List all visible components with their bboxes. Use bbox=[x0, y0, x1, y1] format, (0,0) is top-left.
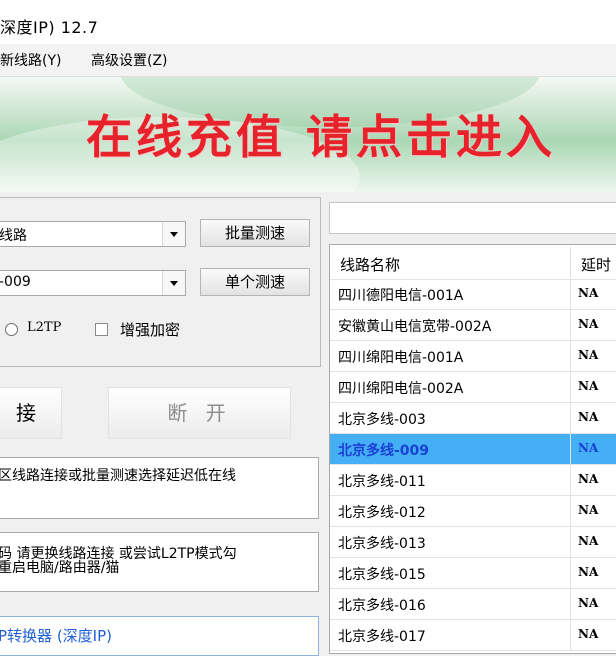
line-list[interactable]: 线路名称 延时 四川德阳电信-001A NA 安徽黄山电信宽带-002A NA 四川绵阳… bbox=[329, 244, 616, 654]
batch-speed-test-button[interactable]: 批量测速 bbox=[200, 219, 310, 247]
menu-new-line[interactable]: 新线路(Y) bbox=[0, 50, 61, 70]
table-row[interactable]: 北京多线-003 NA bbox=[330, 403, 616, 434]
delay-cell: NA bbox=[578, 596, 599, 610]
line-search-input[interactable] bbox=[329, 202, 616, 234]
line-name-cell: 北京多线-013 bbox=[338, 536, 426, 552]
single-speed-test-button[interactable]: 单个测速 bbox=[200, 268, 310, 296]
warning-message-line2: 重启电脑/路由器/猫 bbox=[0, 560, 120, 576]
line-list-header: 线路名称 延时 bbox=[330, 245, 616, 280]
window-title: 深度IP) 12.7 bbox=[0, 18, 99, 37]
line-name-cell: 北京多线-017 bbox=[338, 629, 426, 645]
warning-message-box: 码 请更换线路连接 或尝试L2TP模式勾 重启电脑/路由器/猫 bbox=[0, 532, 319, 592]
disconnect-button[interactable]: 断 开 bbox=[108, 387, 291, 439]
table-row[interactable]: 四川德阳电信-001A NA bbox=[330, 279, 616, 310]
line-type-value: 线路 bbox=[0, 228, 27, 244]
tip-message-box: 区线路连接或批量测速选择延迟低在线 bbox=[0, 457, 319, 519]
column-separator bbox=[570, 465, 571, 496]
column-separator bbox=[570, 341, 571, 372]
line-name-cell: 北京多线-003 bbox=[338, 412, 426, 428]
enhance-encryption-label: 增强加密 bbox=[120, 321, 181, 339]
recharge-banner[interactable]: 在线充值 请点击进入 bbox=[0, 77, 616, 192]
dropdown-arrow-icon[interactable] bbox=[162, 222, 185, 246]
column-separator bbox=[570, 247, 571, 277]
column-separator bbox=[570, 279, 571, 310]
banner-text[interactable]: 在线充值 请点击进入 bbox=[86, 101, 556, 167]
line-select-value: -009 bbox=[0, 274, 31, 290]
line-name-cell: 北京多线-016 bbox=[338, 598, 426, 614]
column-header-line-name[interactable]: 线路名称 bbox=[340, 254, 400, 275]
tip-message: 区线路连接或批量测速选择延迟低在线 bbox=[0, 468, 236, 484]
delay-cell: NA bbox=[578, 441, 599, 455]
column-separator bbox=[570, 372, 571, 403]
delay-cell: NA bbox=[578, 534, 599, 548]
column-separator bbox=[570, 403, 571, 434]
delay-cell: NA bbox=[578, 379, 599, 393]
delay-cell: NA bbox=[578, 627, 599, 641]
delay-cell: NA bbox=[578, 503, 599, 517]
line-name-cell: 北京多线-011 bbox=[338, 474, 426, 490]
column-separator bbox=[570, 558, 571, 589]
line-name-cell: 四川绵阳电信-001A bbox=[338, 350, 464, 366]
title-bar: 深度IP) 12.7 bbox=[0, 0, 616, 44]
delay-cell: NA bbox=[578, 286, 599, 300]
delay-cell: NA bbox=[578, 410, 599, 424]
column-separator bbox=[570, 310, 571, 341]
column-separator bbox=[570, 620, 571, 651]
column-header-delay[interactable]: 延时 bbox=[581, 254, 611, 275]
line-name-cell: 四川德阳电信-001A bbox=[338, 288, 464, 304]
product-link[interactable]: P转换器 (深度IP) bbox=[0, 629, 112, 644]
table-row[interactable]: 北京多线-011 NA bbox=[330, 465, 616, 496]
delay-cell: NA bbox=[578, 472, 599, 486]
table-row[interactable]: 北京多线-016 NA bbox=[330, 589, 616, 620]
enhance-encryption-checkbox[interactable] bbox=[95, 323, 108, 336]
table-row[interactable]: 北京多线-017 NA bbox=[330, 620, 616, 651]
delay-cell: NA bbox=[578, 317, 599, 331]
table-row[interactable]: 四川绵阳电信-002A NA bbox=[330, 372, 616, 403]
l2tp-label: L2TP bbox=[27, 320, 62, 335]
menu-advanced-settings[interactable]: 高级设置(Z) bbox=[91, 50, 168, 70]
delay-cell: NA bbox=[578, 565, 599, 579]
table-row[interactable]: 安徽黄山电信宽带-002A NA bbox=[330, 310, 616, 341]
column-separator bbox=[570, 434, 571, 465]
line-name-cell: 北京多线-009 bbox=[338, 443, 430, 459]
table-row[interactable]: 四川绵阳电信-001A NA bbox=[330, 341, 616, 372]
line-name-cell: 北京多线-015 bbox=[338, 567, 426, 583]
table-row[interactable]: 北京多线-015 NA bbox=[330, 558, 616, 589]
line-name-cell: 安徽黄山电信宽带-002A bbox=[338, 319, 492, 335]
product-link-box[interactable]: P转换器 (深度IP) bbox=[0, 616, 319, 656]
column-separator bbox=[570, 496, 571, 527]
line-name-cell: 四川绵阳电信-002A bbox=[338, 381, 464, 397]
menu-bar: 新线路(Y) 高级设置(Z) bbox=[0, 44, 616, 77]
dropdown-arrow-icon[interactable] bbox=[162, 271, 185, 295]
table-row[interactable]: 北京多线-009 NA bbox=[330, 434, 616, 465]
connect-button[interactable]: 接 bbox=[0, 387, 62, 439]
l2tp-radio[interactable] bbox=[5, 323, 18, 336]
delay-cell: NA bbox=[578, 348, 599, 362]
line-name-cell: 北京多线-012 bbox=[338, 505, 426, 521]
line-type-combo[interactable]: 线路 bbox=[0, 221, 186, 247]
column-separator bbox=[570, 527, 571, 558]
column-separator bbox=[570, 589, 571, 620]
table-row[interactable]: 北京多线-012 NA bbox=[330, 496, 616, 527]
line-select-combo[interactable]: -009 bbox=[0, 270, 186, 296]
table-row[interactable]: 北京多线-013 NA bbox=[330, 527, 616, 558]
